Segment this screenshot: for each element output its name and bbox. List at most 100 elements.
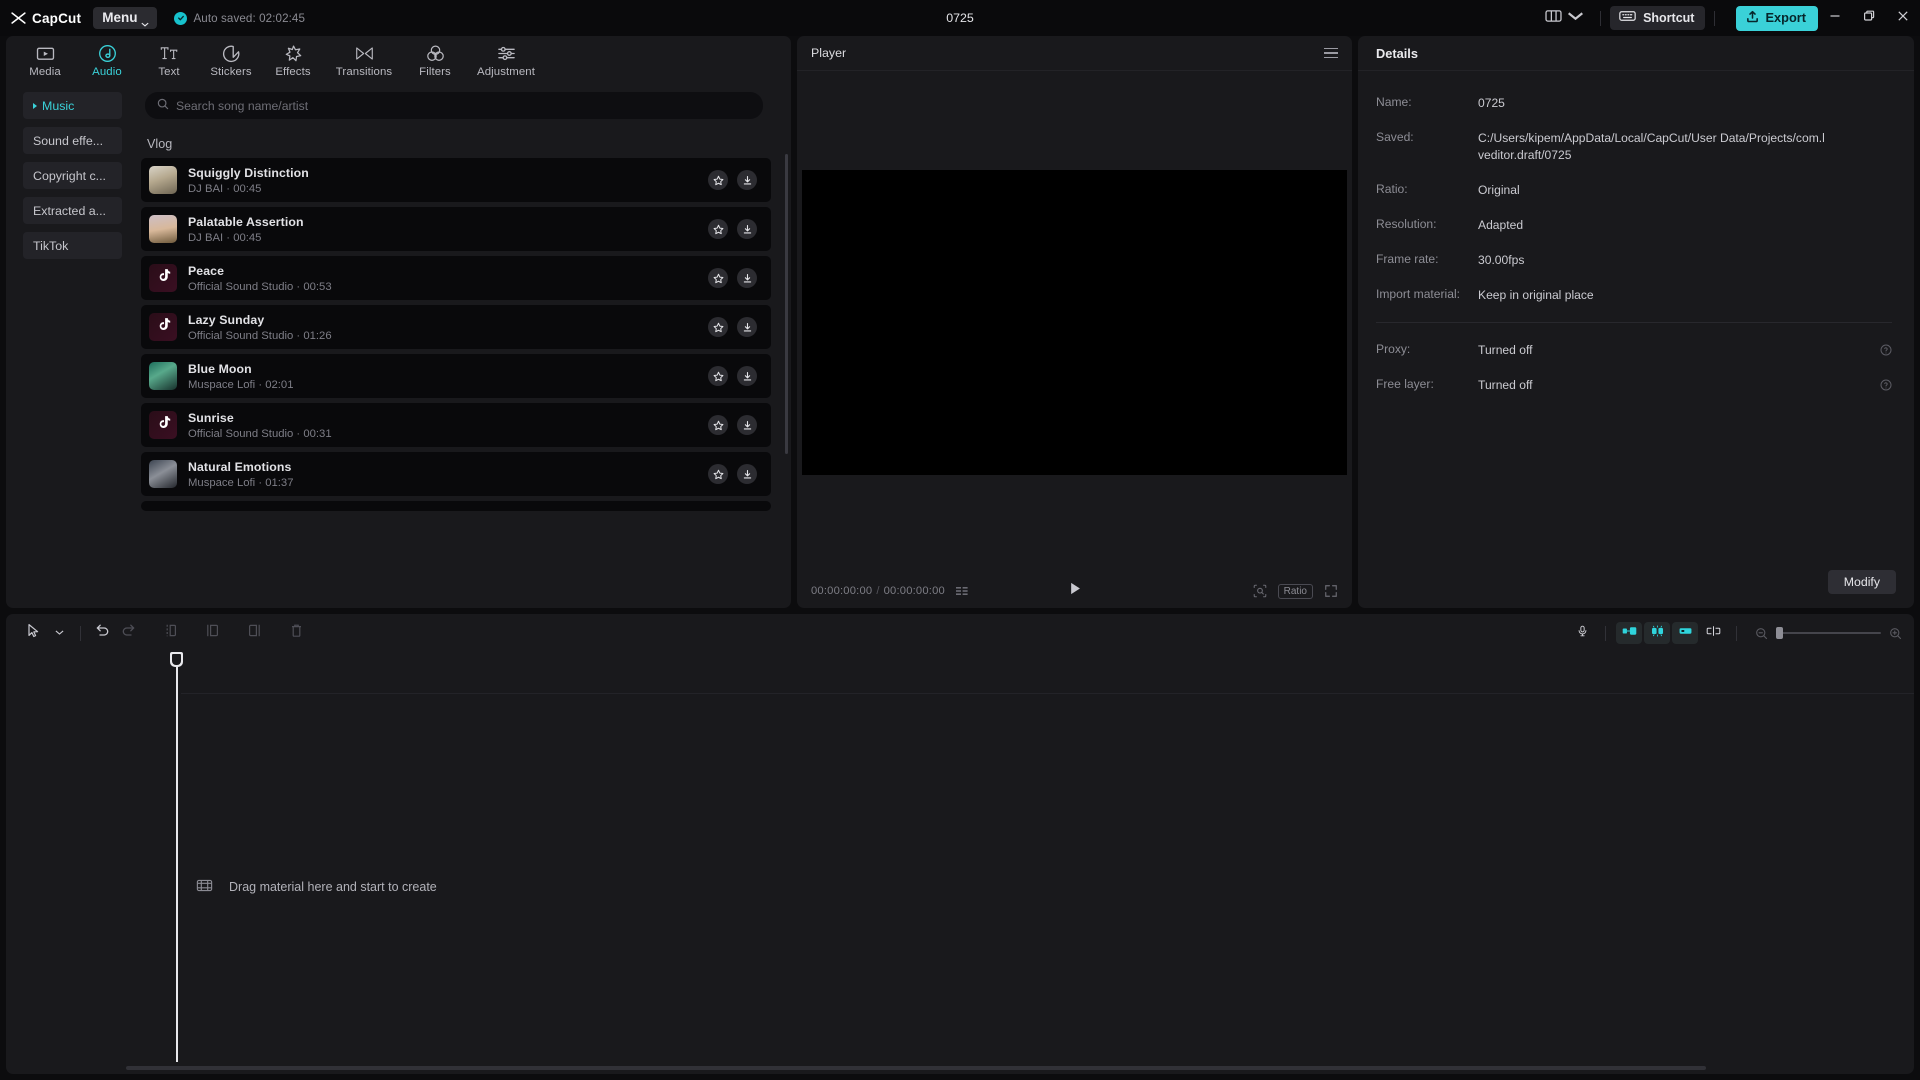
timeline-tracks-area[interactable]: Drag material here and start to create xyxy=(6,652,1914,1074)
search-bar[interactable] xyxy=(145,92,763,119)
sidebar-item-music[interactable]: Music xyxy=(23,92,122,119)
media-icon xyxy=(36,44,55,63)
category-sidebar: Music Sound effe... Copyright c... Extra… xyxy=(6,80,133,608)
play-button[interactable] xyxy=(1067,581,1082,601)
playhead-handle[interactable] xyxy=(170,652,183,667)
song-thumbnail xyxy=(149,460,177,488)
maximize-button[interactable] xyxy=(1852,0,1886,36)
zoom-out-icon[interactable] xyxy=(1755,627,1768,640)
sidebar-item-copyright[interactable]: Copyright c... xyxy=(23,162,122,189)
detail-value: Keep in original place xyxy=(1478,287,1594,304)
close-button[interactable] xyxy=(1886,0,1920,36)
sidebar-item-extracted-audio[interactable]: Extracted a... xyxy=(23,197,122,224)
tab-effects[interactable]: Effects xyxy=(262,39,324,78)
zoom-slider-handle[interactable] xyxy=(1776,627,1783,639)
tab-transitions-label: Transitions xyxy=(336,66,392,78)
app-logo: CapCut xyxy=(10,11,81,26)
zoom-in-icon[interactable] xyxy=(1889,627,1902,640)
list-item[interactable] xyxy=(141,501,771,511)
menu-button[interactable]: Menu xyxy=(93,7,157,29)
list-item[interactable]: Natural Emotions Muspace Lofi · 01:37 xyxy=(141,452,771,496)
link-clip-button[interactable] xyxy=(1672,622,1698,644)
song-subtitle: Official Sound Studio · 00:53 xyxy=(188,281,332,293)
download-icon[interactable] xyxy=(737,170,757,190)
video-preview[interactable] xyxy=(802,170,1347,475)
play-icon xyxy=(1067,583,1082,600)
star-icon[interactable] xyxy=(708,170,728,190)
undo-button[interactable] xyxy=(89,620,115,646)
detail-label: Frame rate: xyxy=(1376,252,1478,269)
modify-button[interactable]: Modify xyxy=(1828,570,1896,594)
chevron-down-icon xyxy=(1567,9,1584,28)
star-icon[interactable] xyxy=(708,464,728,484)
microphone-icon xyxy=(1574,624,1591,642)
tab-adjustment-label: Adjustment xyxy=(477,66,535,78)
sidebar-item-sound-effects[interactable]: Sound effe... xyxy=(23,127,122,154)
timeline-zoom-slider[interactable] xyxy=(1776,632,1881,634)
list-item[interactable]: Lazy Sunday Official Sound Studio · 01:2… xyxy=(141,305,771,349)
detail-row-free-layer: Free layer: Turned off xyxy=(1376,377,1892,394)
song-browser: Vlog Squiggly Distinction DJ BAI · 00:45 xyxy=(133,80,791,608)
help-icon[interactable] xyxy=(1880,343,1892,355)
tab-filters[interactable]: Filters xyxy=(404,39,466,78)
minimize-button[interactable] xyxy=(1818,0,1852,36)
split-button[interactable] xyxy=(157,620,183,646)
tab-media[interactable]: Media xyxy=(14,39,76,78)
layout-switch-button[interactable] xyxy=(1538,5,1591,32)
shortcut-button[interactable]: Shortcut xyxy=(1610,6,1705,30)
list-item[interactable]: Blue Moon Muspace Lofi · 02:01 xyxy=(141,354,771,398)
list-item[interactable]: Palatable Assertion DJ BAI · 00:45 xyxy=(141,207,771,251)
download-icon[interactable] xyxy=(737,464,757,484)
drop-material-hint[interactable]: Drag material here and start to create xyxy=(196,878,437,896)
select-tool-dropdown[interactable] xyxy=(46,620,72,646)
detail-row-import-material: Import material: Keep in original place xyxy=(1376,287,1892,304)
details-body: Name: 0725 Saved: C:/Users/kipem/AppData… xyxy=(1358,71,1914,608)
star-icon[interactable] xyxy=(708,366,728,386)
select-tool-button[interactable] xyxy=(20,620,46,646)
list-item[interactable]: Sunrise Official Sound Studio · 00:31 xyxy=(141,403,771,447)
song-thumbnail xyxy=(149,166,177,194)
list-item[interactable]: Peace Official Sound Studio · 00:53 xyxy=(141,256,771,300)
song-list-scrollbar[interactable] xyxy=(785,154,788,454)
song-list[interactable]: Squiggly Distinction DJ BAI · 00:45 xyxy=(137,158,783,608)
star-icon[interactable] xyxy=(708,317,728,337)
star-icon[interactable] xyxy=(708,268,728,288)
tab-adjustment[interactable]: Adjustment xyxy=(466,39,546,78)
ratio-button[interactable]: Ratio xyxy=(1278,584,1313,599)
smart-edit-button[interactable] xyxy=(1644,622,1670,644)
tab-audio[interactable]: Audio xyxy=(76,39,138,78)
star-icon[interactable] xyxy=(708,415,728,435)
download-icon[interactable] xyxy=(737,268,757,288)
record-voiceover-button[interactable] xyxy=(1569,622,1595,644)
star-icon[interactable] xyxy=(708,219,728,239)
help-icon[interactable] xyxy=(1880,378,1892,390)
trim-right-button[interactable] xyxy=(241,620,267,646)
detail-value: 0725 xyxy=(1478,95,1505,112)
timeline-ruler[interactable] xyxy=(6,652,1914,674)
song-meta: Lazy Sunday Official Sound Studio · 01:2… xyxy=(188,313,332,342)
tab-text[interactable]: Text xyxy=(138,39,200,78)
song-actions xyxy=(708,366,765,386)
trim-left-button[interactable] xyxy=(199,620,225,646)
delete-button[interactable] xyxy=(283,620,309,646)
redo-button[interactable] xyxy=(115,620,141,646)
tab-transitions[interactable]: Transitions xyxy=(324,39,404,78)
auto-cut-button[interactable] xyxy=(1616,622,1642,644)
export-button[interactable]: Export xyxy=(1736,6,1818,31)
fullscreen-icon[interactable] xyxy=(1324,584,1338,598)
download-icon[interactable] xyxy=(737,317,757,337)
frames-icon[interactable] xyxy=(955,584,969,598)
tab-stickers[interactable]: Stickers xyxy=(200,39,262,78)
download-icon[interactable] xyxy=(737,219,757,239)
search-input[interactable] xyxy=(176,99,751,113)
sidebar-item-tiktok[interactable]: TikTok xyxy=(23,232,122,259)
download-icon[interactable] xyxy=(737,415,757,435)
crop-icon[interactable] xyxy=(1253,584,1267,598)
hamburger-icon[interactable] xyxy=(1324,48,1338,59)
redo-icon xyxy=(121,623,136,643)
timeline-horizontal-scrollbar[interactable] xyxy=(126,1066,1706,1070)
download-icon[interactable] xyxy=(737,366,757,386)
list-item[interactable]: Squiggly Distinction DJ BAI · 00:45 xyxy=(141,158,771,202)
song-meta: Palatable Assertion DJ BAI · 00:45 xyxy=(188,215,304,244)
mirror-button[interactable] xyxy=(1700,622,1726,644)
